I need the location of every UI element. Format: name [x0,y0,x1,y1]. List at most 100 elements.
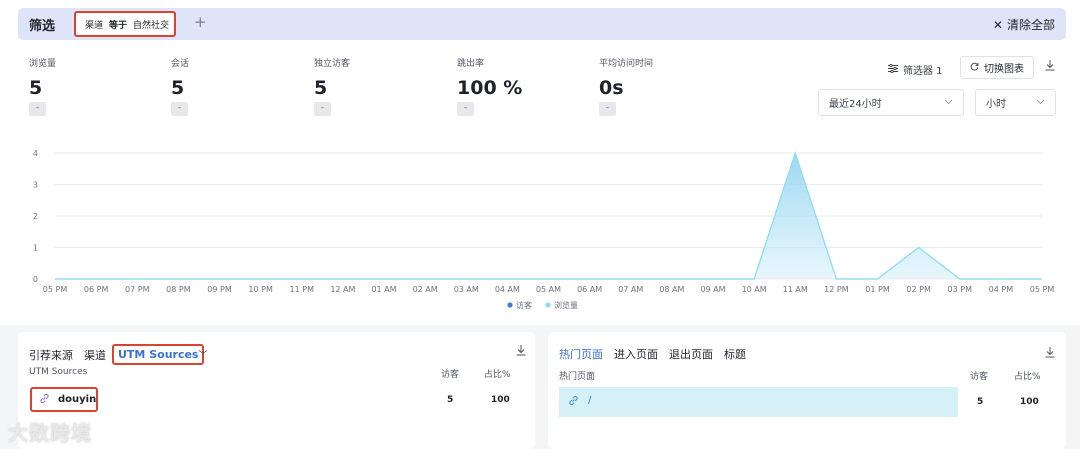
interval-value: 小时 [986,99,1006,110]
x-tick-label: 10 AM [742,285,767,294]
metric-value: 5 [171,77,185,99]
row-percent: 100 [491,395,510,405]
clear-all-button[interactable]: ✕ 清除全部 [993,16,1055,33]
x-tick-label: 07 PM [125,285,150,294]
x-tick-label: 05 PM [43,285,68,294]
legend-marker [545,302,551,308]
tab-exit-pages[interactable]: 退出页面 [669,346,713,362]
metric-sessions[interactable]: 会话 5 - [171,56,301,116]
x-tick-label: 08 PM [166,285,191,294]
metric-bounce-rate[interactable]: 跳出率 100 % - [457,56,587,116]
x-tick-label: 03 AM [454,285,479,294]
column-header-percent: 占比% [484,370,511,380]
legend-marker [507,302,513,308]
chevron-down-icon[interactable]: ﹀ [198,348,207,361]
metric-unique-visitors[interactable]: 独立访客 5 - [314,56,444,116]
tab-top-pages[interactable]: 热门页面 [559,346,603,362]
filter-lines-icon [888,63,898,76]
refresh-icon [970,62,979,74]
close-icon[interactable]: × [162,18,170,29]
y-tick-label: 4 [33,149,38,158]
add-filter-button[interactable]: + [194,13,207,31]
metric-label: 平均访问时间 [599,59,654,69]
filters-button[interactable]: 筛选器 1 [888,62,943,77]
clear-all-label: 清除全部 [1006,18,1055,32]
metric-change-badge: - [599,102,616,116]
metric-avg-visit-time[interactable]: 平均访问时间 0s - [599,56,729,116]
metric-value: 0s [599,77,624,99]
tab-channels[interactable]: 渠道 [84,347,106,363]
x-tick-label: 01 PM [865,285,890,294]
x-tick-label: 05 AM [536,285,561,294]
metric-change-badge: - [457,102,474,116]
row-visitors: 5 [447,395,454,405]
filter-bar: 筛选 渠道 等于 自然社交 × + ✕ 清除全部 [18,8,1066,40]
metric-change-badge: - [29,102,46,116]
metric-pageviews[interactable]: 浏览量 5 - [29,56,159,116]
chevron-down-icon [944,98,953,108]
traffic-chart: 0 1 2 3 4 05 PM 06 PM 07 PM 08 PM 09 PM 10 PM 11 PM… [33,149,1055,310]
time-range-select[interactable]: 最近24小时 [818,89,964,116]
x-tick-label: 02 AM [413,285,438,294]
download-icon[interactable] [1045,60,1055,74]
x-tick-label: 11 AM [783,285,808,294]
x-tick-label: 09 AM [700,285,725,294]
legend-label: 访客 [516,300,532,310]
sources-tabs: 引荐来源 渠道 UTM Sources ﹀ [29,344,208,365]
metric-change-badge: - [171,102,188,116]
metric-label: 跳出率 [457,59,485,69]
time-range-value: 最近24小时 [829,99,882,110]
tab-titles[interactable]: 标题 [724,346,746,362]
link-icon [568,395,579,409]
x-tick-label: 04 PM [989,285,1014,294]
x-tick-label: 05 PM [1030,285,1055,294]
x-tick-label: 03 PM [948,285,973,294]
column-header-visitors: 访客 [970,372,989,382]
y-tick-label: 0 [33,275,38,284]
filters-label: 筛选器 1 [903,66,943,77]
table-row[interactable]: douyin [30,387,98,412]
x-tick-label: 06 PM [84,285,109,294]
x-tick-label: 07 AM [618,285,643,294]
switch-chart-button[interactable]: 切换图表 [960,56,1034,79]
y-tick-label: 3 [33,181,38,190]
x-tick-label: 10 PM [248,285,273,294]
x-tick-label: 01 AM [371,285,396,294]
tab-entry-pages[interactable]: 进入页面 [614,346,658,362]
filter-chip-field: 渠道 [85,20,104,31]
y-tick-label: 2 [33,212,38,221]
chevron-down-icon [1036,98,1045,108]
metric-value: 5 [314,77,328,99]
switch-chart-label: 切换图表 [984,64,1024,75]
interval-select[interactable]: 小时 [975,89,1056,116]
row-name: / [588,395,592,406]
close-icon: ✕ [992,17,1003,32]
x-tick-label: 08 AM [659,285,684,294]
column-header-name: 热门页面 [559,372,596,382]
link-icon [39,393,50,407]
filter-chip-operator: 等于 [109,20,128,31]
column-header-name: UTM Sources [29,367,88,377]
x-tick-label: 12 PM [824,285,849,294]
metric-change-badge: - [314,102,331,116]
filter-chip[interactable]: 渠道 等于 自然社交 × [74,11,176,37]
filter-bar-title: 筛选 [29,18,56,34]
download-icon[interactable] [516,345,526,359]
y-tick-label: 1 [33,244,38,253]
pages-tabs: 热门页面 进入页面 退出页面 标题 [559,346,757,362]
x-tick-label: 04 AM [495,285,520,294]
x-tick-label: 02 PM [906,285,931,294]
metric-label: 浏览量 [29,59,57,69]
watermark-logo: 大数跨境 [8,421,92,445]
download-icon[interactable] [1045,347,1055,361]
x-tick-label: 11 PM [290,285,315,294]
x-tick-label: 06 AM [577,285,602,294]
tab-referrers[interactable]: 引荐来源 [29,347,73,363]
x-tick-label: 12 AM [330,285,355,294]
metric-value: 100 % [457,77,523,99]
row-visitors: 5 [977,397,984,407]
table-row[interactable]: / [559,387,958,417]
row-name: douyin [58,394,97,405]
tab-utm-sources[interactable]: UTM Sources [112,344,205,365]
row-percent: 100 [1020,397,1039,407]
